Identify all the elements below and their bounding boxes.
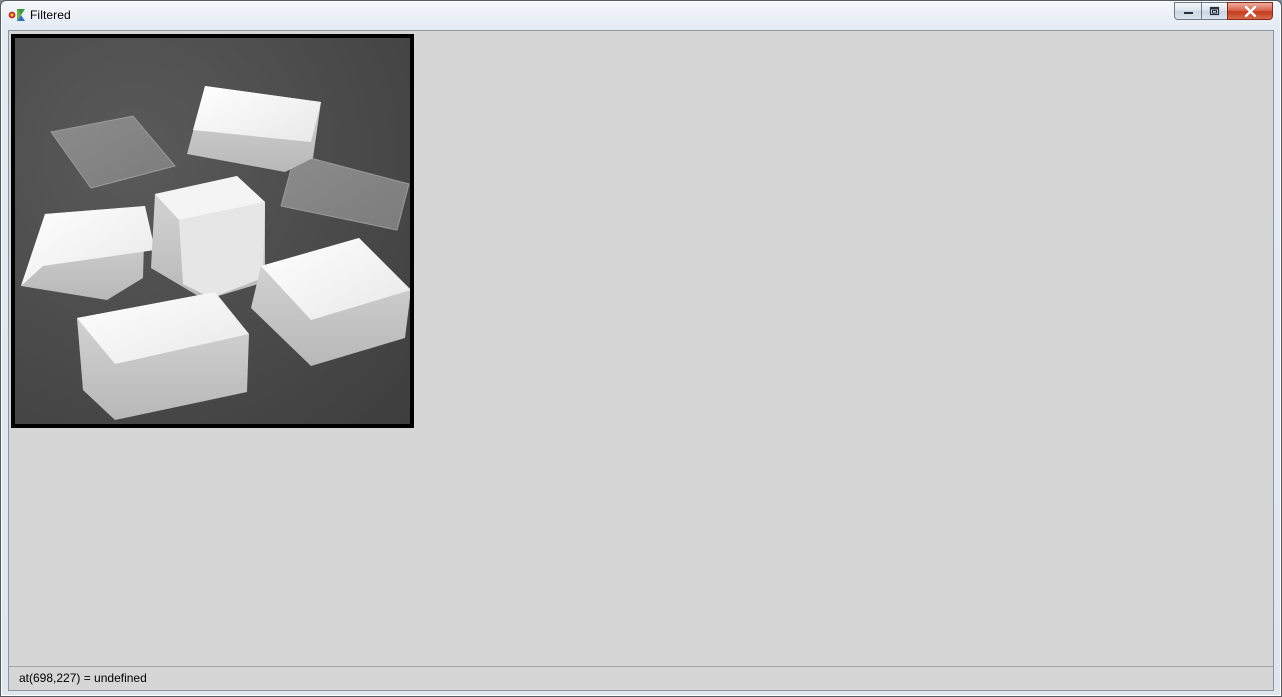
image-content [21,86,410,420]
restore-icon [1209,6,1220,16]
close-button[interactable] [1227,2,1273,20]
status-text: at(698,227) = undefined [19,671,147,685]
client-area: at(698,227) = undefined [8,30,1274,691]
caption-buttons [1174,2,1273,21]
minimize-icon [1183,12,1193,14]
title-bar[interactable]: Filtered [1,1,1281,30]
gtk-logo-icon [8,9,25,21]
close-icon [1244,5,1256,17]
status-bar: at(698,227) = undefined [9,666,1273,690]
window-title: Filtered [30,8,71,22]
image-frame [11,34,414,428]
maximize-button[interactable] [1201,2,1227,20]
filtered-image[interactable] [15,38,410,424]
filtered-window: Filtered at(698,227) = undefined [0,0,1282,697]
minimize-button[interactable] [1174,2,1201,20]
